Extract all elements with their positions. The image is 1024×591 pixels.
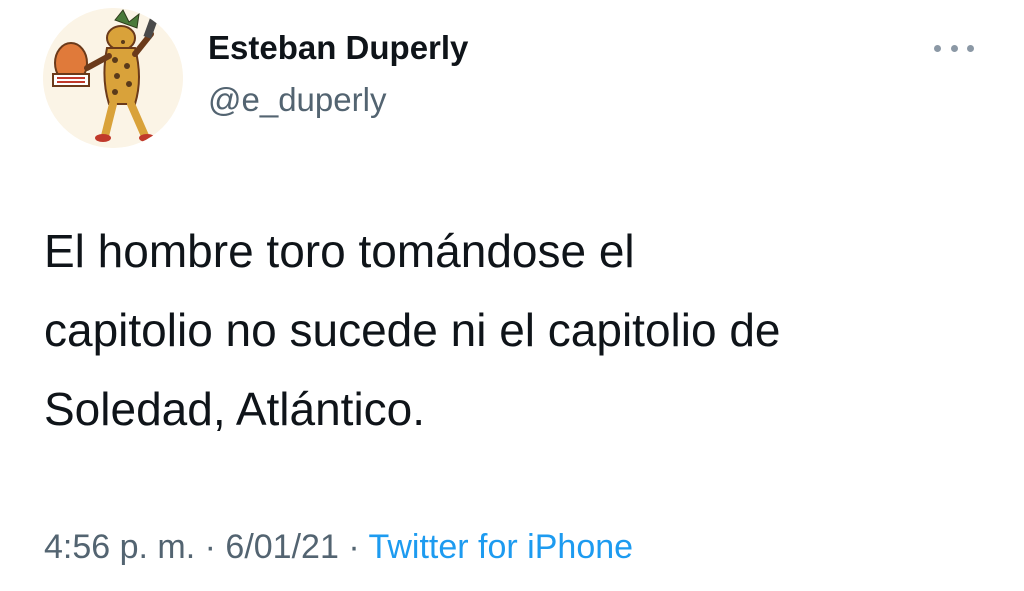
tweet-card: Esteban Duperly @e_duperly El hombre tor… [0,0,1024,591]
author-display-name[interactable]: Esteban Duperly [208,28,468,68]
avatar[interactable] [43,8,183,148]
tweet-source-link[interactable]: Twitter for iPhone [368,528,633,566]
aztec-jaguar-warrior-icon [43,8,183,148]
tweet-line: capitolio no sucede ni el capitolio de [44,304,781,356]
tweet-date[interactable]: 6/01/21 [225,528,338,566]
more-dot [967,44,974,52]
tweet-text: El hombre toro tomándose el capitolio no… [44,212,984,449]
meta-separator: · [338,528,369,566]
author-handle[interactable]: @e_duperly [208,80,386,120]
tweet-line: El hombre toro tomándose el [44,225,635,277]
more-options-icon[interactable] [930,36,978,60]
tweet-meta: 4:56 p. m. · 6/01/21 · Twitter for iPhon… [44,525,633,569]
more-dot [950,44,958,52]
meta-separator: · [195,528,226,566]
tweet-line: Soledad, Atlántico. [44,383,426,435]
tweet-time[interactable]: 4:56 p. m. [44,528,195,566]
more-dot [934,44,941,52]
